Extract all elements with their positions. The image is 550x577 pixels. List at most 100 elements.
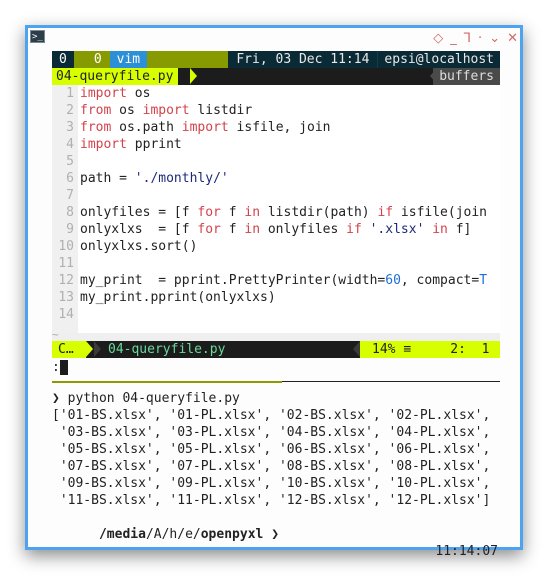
command-line-entry: ❯ python 04-queryfile.py [52, 390, 512, 407]
code-token: , compact= [400, 273, 480, 288]
cursor-stats: 14% ≡ 2: 1 [360, 341, 500, 358]
code-token: listdir [189, 103, 253, 118]
code-token: '.xlsx' [369, 222, 425, 237]
code-line: 8 onlyfiles = [f for f in listdir(path) i… [52, 204, 500, 221]
line-number: 7 [66, 188, 74, 203]
vim-tabline: 04-queryfile.py buffers [52, 68, 500, 85]
tmux-session-index[interactable]: 0 [52, 51, 74, 68]
line-number: 9 [66, 222, 74, 237]
line-number: 10 [58, 239, 74, 254]
code-token: f [220, 222, 245, 237]
empty-line-tilde: ~ [52, 328, 59, 341]
shell-pane[interactable]: ❯ python 04-queryfile.py ['01-BS.xlsx', … [52, 390, 512, 559]
code-token: from [80, 120, 112, 135]
statusline-filename: 04-queryfile.py [108, 342, 226, 357]
scroll-percent: 14% [372, 342, 396, 357]
tab-04-queryfile[interactable]: 04-queryfile.py [52, 68, 179, 85]
code-token: onlyfiles [260, 222, 347, 237]
tmux-datetime: Fri, 03 Dec 11:14 [228, 51, 378, 68]
tmux-spacer [147, 51, 229, 68]
output-line: '09-BS.xlsx', '09-PL.xlsx', '10-BS.xlsx'… [52, 476, 491, 491]
code-token: f] [447, 222, 472, 237]
line-number: 2 [66, 103, 74, 118]
code-token: in [244, 205, 261, 220]
code-line: 13 my_print.pprint(onlyxlxs) [52, 289, 500, 306]
close-icon[interactable]: ✕ [507, 31, 518, 46]
shade-icon[interactable]: ⌄ [489, 31, 500, 46]
code-line: 11 [52, 255, 500, 272]
code-token: from [80, 103, 112, 118]
code-token: onlyxlxs.sort() [80, 239, 198, 254]
code-token: in [432, 222, 448, 237]
prompt-path: /media/A/h/e/openpyxl [99, 527, 263, 542]
terminal-window: >_ ◇ _ ⅂ · ⌄ ✕ 0 0 vim Fri, 03 Dec 11:14 epsi… [25, 25, 523, 559]
code-line: 6 path = './monthly/' [52, 170, 500, 187]
tmux-host: epsi@localhost [377, 51, 500, 68]
pane-divider-active[interactable] [52, 381, 282, 383]
output-line: '11-BS.xlsx', '11-PL.xlsx', '12-BS.xlsx'… [52, 493, 491, 508]
title-bar[interactable]: >_ ◇ _ ⅂ · ⌄ ✕ [28, 28, 520, 50]
line-number: 14 [58, 307, 74, 322]
code-token: import [181, 120, 229, 135]
pin-icon[interactable]: ◇ [433, 31, 443, 46]
tmux-window-name[interactable]: vim [109, 51, 148, 68]
output-line: ['01-BS.xlsx', '01-PL.xlsx', '02-BS.xlsx… [52, 408, 491, 423]
code-editor[interactable]: 1 import os 2 from os import listdir 3 from o… [52, 85, 500, 333]
path-segment: /A/h/e/ [145, 527, 201, 542]
output-line: '07-BS.xlsx', '07-PL.xlsx', '08-BS.xlsx'… [52, 459, 491, 474]
tab-separator-icon [190, 68, 197, 84]
code-token: isfile, join [228, 120, 331, 135]
code-token: import [80, 137, 127, 152]
code-token: path = [80, 171, 135, 186]
shell-command: python 04-queryfile.py [67, 391, 240, 406]
mode-indicator: C… [52, 341, 86, 358]
code-token: for [197, 205, 221, 220]
cursor-block [59, 360, 68, 375]
terminal-icon[interactable]: >_ [30, 30, 45, 43]
code-token: os [111, 103, 143, 118]
line-number: 6 [66, 171, 74, 186]
code-token: import [80, 86, 127, 101]
code-line: 7 [52, 187, 500, 204]
chevron-right-icon [94, 341, 101, 357]
path-segment: /media [98, 527, 146, 542]
code-token: onlyfiles = [f [80, 205, 198, 220]
command-output: ['01-BS.xlsx', '01-PL.xlsx', '02-BS.xlsx… [52, 407, 512, 509]
code-token: for [197, 222, 221, 237]
line-number: 5 [66, 154, 74, 169]
code-token: if [377, 205, 394, 220]
code-token: my_print.pprint(onlyxlxs) [80, 290, 276, 305]
line-number: 8 [66, 205, 74, 220]
dot-icon[interactable]: · [478, 31, 482, 46]
code-token: in [244, 222, 261, 237]
buffers-label[interactable]: buffers [433, 68, 500, 85]
code-token: os.path [111, 120, 182, 135]
code-line: 10 onlyxlxs.sort() [52, 238, 500, 255]
vim-statusline: C… 04-queryfile.py 14% ≡ 2: 1 [52, 341, 500, 358]
code-line: 14 [52, 306, 500, 323]
percent-icon: ≡ [403, 342, 412, 357]
code-token: f [220, 205, 245, 220]
tmux-window-index[interactable]: 0 [73, 51, 110, 68]
code-token: 60 [385, 273, 401, 288]
command-line[interactable]: : [52, 359, 68, 376]
output-line: '05-BS.xlsx', '05-PL.xlsx', '06-BS.xlsx'… [52, 442, 491, 457]
cursor-position: 2: 1 [450, 342, 490, 357]
line-number: 11 [58, 256, 74, 271]
code-line: 2 from os import listdir [52, 102, 500, 119]
code-token: listdir(path) [260, 205, 378, 220]
line-number: 1 [66, 86, 74, 101]
code-line: 1 import os [52, 85, 500, 102]
code-line: 12 my_print = pprint.PrettyPrinter(width=… [52, 272, 500, 289]
code-line: 4 import pprint [52, 136, 500, 153]
pane-divider[interactable] [282, 381, 500, 382]
prompt-chevron-icon: ❯ [271, 527, 280, 542]
line-number: 13 [58, 290, 74, 305]
line-number: 12 [58, 273, 74, 288]
code-token: os [126, 86, 151, 101]
maximize-icon[interactable]: ⅂ [464, 31, 471, 46]
code-token: pprint [126, 137, 182, 152]
code-token: my_print = pprint.PrettyPrinter(width= [80, 273, 386, 288]
minimize-icon[interactable]: _ [450, 31, 457, 46]
